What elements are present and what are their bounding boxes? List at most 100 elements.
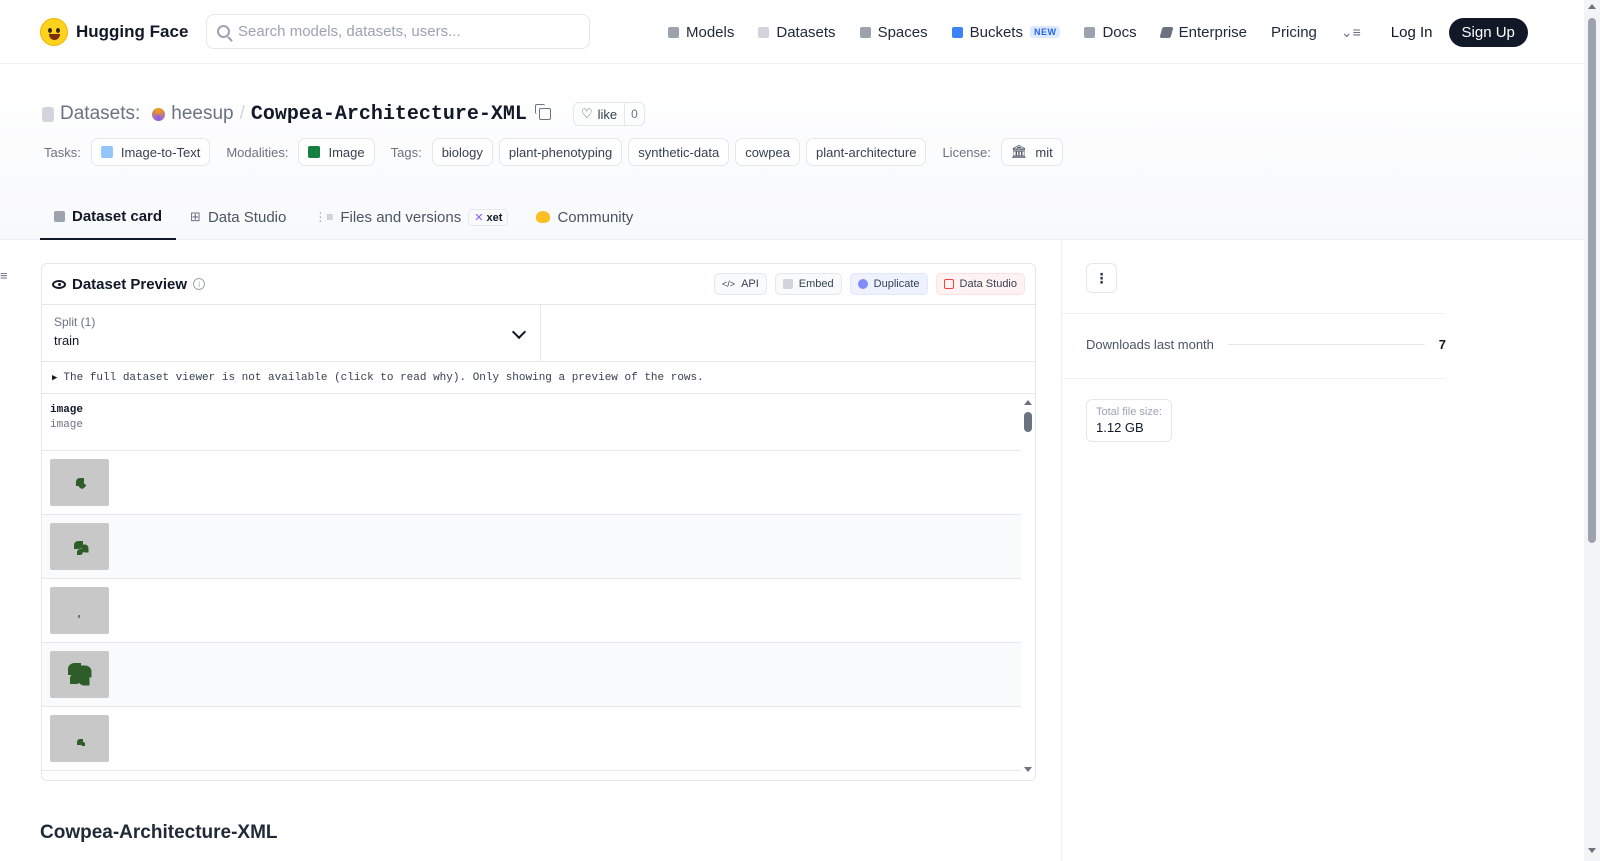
more-menu-icon[interactable]: ⌄≡ <box>1341 24 1361 41</box>
scroll-up-arrow-icon[interactable] <box>1024 400 1032 405</box>
tag-modality-image[interactable]: Image <box>298 138 375 166</box>
files-icon: ⋮≡ <box>314 210 334 224</box>
brand-name: Hugging Face <box>76 22 189 41</box>
data-studio-button[interactable]: Data Studio <box>935 273 1025 295</box>
code-icon: </> <box>722 279 736 289</box>
tag-task-image-to-text[interactable]: Image-to-Text <box>90 138 211 166</box>
nav-datasets[interactable]: Datasets <box>758 24 836 41</box>
table-scrollbar[interactable] <box>1021 394 1035 780</box>
license-icon: 🏛 <box>1010 144 1028 159</box>
data-studio-icon <box>943 279 954 289</box>
tag-plant-phenotyping[interactable]: plant-phenotyping <box>498 138 623 166</box>
disclosure-triangle-icon: ▶ <box>52 372 58 383</box>
image-thumbnail[interactable] <box>50 715 109 762</box>
eye-icon <box>52 279 66 289</box>
buckets-icon <box>951 26 963 38</box>
tag-biology[interactable]: biology <box>431 138 493 166</box>
sidebar-separator <box>1062 313 1445 314</box>
table-row <box>42 451 1035 515</box>
like-button[interactable]: ♡ like <box>574 103 624 125</box>
nav-pricing[interactable]: Pricing <box>1271 24 1317 41</box>
scroll-thumb[interactable] <box>1024 412 1032 432</box>
image-thumbnail[interactable] <box>50 523 109 570</box>
tab-data-studio[interactable]: ⊞ Data Studio <box>176 194 300 240</box>
column-type: image <box>50 419 84 431</box>
tab-dataset-card[interactable]: Dataset card <box>40 194 177 240</box>
image-thumbnail[interactable] <box>50 587 109 634</box>
search-input[interactable] <box>238 23 558 40</box>
dataset-preview: Dataset Preview i </> API Embed Duplicat… <box>41 263 1036 781</box>
copy-icon[interactable] <box>534 104 551 120</box>
login-link[interactable]: Log In <box>1391 24 1433 41</box>
info-icon[interactable]: i <box>193 278 206 290</box>
split-row: Split (1) train <box>42 305 1035 362</box>
license-label: License: <box>942 144 991 160</box>
search-box[interactable] <box>206 14 590 49</box>
duplicate-button[interactable]: Duplicate <box>849 273 928 295</box>
models-icon <box>668 26 679 38</box>
page-scrollbar[interactable] <box>1584 0 1600 861</box>
tag-license-mit[interactable]: 🏛 mit <box>1000 138 1063 166</box>
viewer-notice[interactable]: ▶ The full dataset viewer is not availab… <box>42 362 1035 394</box>
nav-buckets[interactable]: Buckets NEW <box>951 24 1061 41</box>
scroll-down-arrow-icon[interactable] <box>1024 767 1032 772</box>
split-select[interactable]: Split (1) train <box>42 305 541 361</box>
like-count[interactable]: 0 <box>624 103 644 125</box>
image-modality-icon <box>308 146 321 158</box>
duplicate-icon <box>857 279 868 289</box>
dataset-icon <box>42 106 54 122</box>
nav-enterprise[interactable]: Enterprise <box>1159 24 1247 41</box>
embed-icon <box>782 279 793 289</box>
file-size-card: Total file size: 1.12 GB <box>1086 399 1173 442</box>
repo-header: Datasets: heesup / Cowpea-Architecture-X… <box>0 64 1584 240</box>
docs-icon <box>1084 26 1096 38</box>
split-value: train <box>54 333 80 348</box>
tab-community[interactable]: Community <box>522 194 647 240</box>
column-header-image: image image <box>42 394 1035 451</box>
community-icon <box>536 211 551 223</box>
image-thumbnail[interactable] <box>50 459 109 506</box>
brand-logo[interactable]: Hugging Face <box>40 18 188 46</box>
modalities-label: Modalities: <box>226 144 289 160</box>
like-control[interactable]: ♡ like 0 <box>572 102 645 126</box>
tag-cowpea[interactable]: cowpea <box>735 138 800 166</box>
repo-name[interactable]: Cowpea-Architecture-XML <box>251 103 527 126</box>
search-icon <box>217 25 230 38</box>
top-navbar: Hugging Face Models Datasets Spaces Buck… <box>0 0 1584 64</box>
enterprise-icon <box>1159 26 1174 38</box>
tags-row: Tasks: Image-to-Text Modalities: Image T… <box>44 138 1063 166</box>
owner-link[interactable]: heesup <box>171 103 233 125</box>
downloads-value: 7 <box>1438 337 1446 352</box>
table-row <box>42 707 1035 771</box>
preview-title: Dataset Preview <box>72 275 188 293</box>
page-scroll-up-icon[interactable] <box>1588 4 1596 9</box>
new-badge: NEW <box>1029 26 1061 38</box>
nav-spaces[interactable]: Spaces <box>859 24 928 41</box>
tag-synthetic-data[interactable]: synthetic-data <box>628 138 730 166</box>
more-options-icon[interactable]: ⋮ <box>1086 263 1117 293</box>
nav-docs[interactable]: Docs <box>1084 24 1137 41</box>
repo-type-link[interactable]: Datasets: <box>60 103 140 125</box>
tag-plant-architecture[interactable]: plant-architecture <box>806 138 927 166</box>
nav-models[interactable]: Models <box>668 24 734 41</box>
table-rows <box>42 451 1035 771</box>
tab-files-and-versions[interactable]: ⋮≡ Files and versions ✕ xet <box>300 194 522 240</box>
xet-badge: ✕ xet <box>468 208 509 226</box>
table-row <box>42 643 1035 707</box>
embed-button[interactable]: Embed <box>774 273 842 295</box>
heart-icon: ♡ <box>580 106 593 121</box>
table-row <box>42 579 1035 643</box>
repo-tabs: Dataset card ⊞ Data Studio ⋮≡ Files and … <box>40 194 647 240</box>
split-label: Split (1) <box>54 315 96 329</box>
preview-actions: </> API Embed Duplicate Data Studio <box>714 273 1025 295</box>
toc-toggle-icon[interactable]: ≡ <box>0 268 8 283</box>
owner-avatar[interactable] <box>152 107 166 121</box>
api-button[interactable]: </> API <box>714 273 767 295</box>
xet-icon: ✕ <box>474 211 484 224</box>
repo-title: Datasets: heesup / Cowpea-Architecture-X… <box>42 102 645 126</box>
page-scroll-thumb[interactable] <box>1588 18 1596 543</box>
downloads-stat: Downloads last month 7 <box>1086 337 1446 352</box>
page-scroll-down-icon[interactable] <box>1588 848 1596 853</box>
signup-button[interactable]: Sign Up <box>1448 17 1528 47</box>
image-thumbnail[interactable] <box>50 651 109 698</box>
